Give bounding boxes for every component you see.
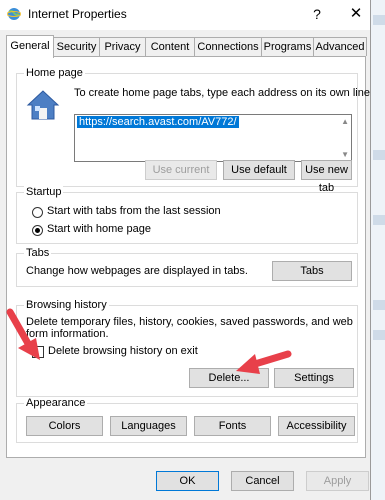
fonts-button[interactable]: Fonts [194,416,271,436]
startup-group: Startup Start with tabs from the last se… [16,186,358,244]
tabs-group: Tabs Change how webpages are displayed i… [16,247,358,287]
ok-button[interactable]: OK [156,471,219,491]
tab-connections[interactable]: Connections [194,37,262,56]
appearance-legend: Appearance [24,397,88,409]
tab-content[interactable]: Content [145,37,195,56]
tabs-button[interactable]: Tabs [272,261,352,281]
startup-home-label[interactable]: Start with home page [47,223,151,235]
home-page-group: Home page To create home page tabs, type… [16,67,373,194]
apply-button[interactable]: Apply [306,471,369,491]
home-page-url-field[interactable]: https://search.avast.com/AV772/ ▲ ▼ [74,114,352,162]
title-bar: Internet Properties ? ✕ [0,0,370,30]
tab-programs[interactable]: Programs [261,37,314,56]
cancel-button[interactable]: Cancel [231,471,294,491]
use-current-button[interactable]: Use current [145,160,217,180]
scroll-down-arrow-icon[interactable]: ▼ [341,150,349,159]
delete-on-exit-label[interactable]: Delete browsing history on exit [48,345,198,357]
internet-properties-dialog: Internet Properties ? ✕ General Security… [0,0,373,500]
history-settings-button[interactable]: Settings [274,368,354,388]
colors-button[interactable]: Colors [26,416,103,436]
tab-privacy[interactable]: Privacy [99,37,146,56]
home-page-url-value: https://search.avast.com/AV772/ [77,116,239,128]
internet-globe-icon [7,8,21,20]
home-page-legend: Home page [24,67,85,79]
tab-general[interactable]: General [6,35,54,58]
tab-advanced[interactable]: Advanced [313,37,367,56]
browsing-history-legend: Browsing history [24,299,109,311]
startup-legend: Startup [24,186,64,198]
home-house-icon [26,90,60,120]
browsing-history-description-line1: Delete temporary files, history, cookies… [26,316,353,328]
scroll-up-arrow-icon[interactable]: ▲ [341,117,349,126]
startup-home-radio[interactable] [32,225,43,236]
home-page-instruction: To create home page tabs, type each addr… [74,87,374,99]
accessibility-button[interactable]: Accessibility [278,416,355,436]
tab-security[interactable]: Security [53,37,100,56]
appearance-group: Appearance Colors Languages Fonts Access… [16,397,358,443]
window-title: Internet Properties [28,7,127,21]
delete-button[interactable]: Delete... [189,368,269,388]
startup-tabs-label[interactable]: Start with tabs from the last session [47,205,221,217]
browsing-history-group: Browsing history Delete temporary files,… [16,299,358,397]
use-new-tab-button[interactable]: Use new tab [301,160,352,194]
general-tab-panel: Home page To create home page tabs, type… [6,56,373,458]
help-button[interactable]: ? [306,4,328,24]
browsing-history-description-line2: form information. [26,328,109,340]
close-button[interactable]: ✕ [345,4,367,24]
background-window-edge [371,0,385,500]
tabs-description: Change how webpages are displayed in tab… [26,265,248,277]
languages-button[interactable]: Languages [110,416,187,436]
delete-on-exit-checkbox[interactable] [32,346,44,358]
startup-tabs-radio[interactable] [32,207,43,218]
tabs-legend: Tabs [24,247,52,259]
use-default-button[interactable]: Use default [223,160,295,180]
